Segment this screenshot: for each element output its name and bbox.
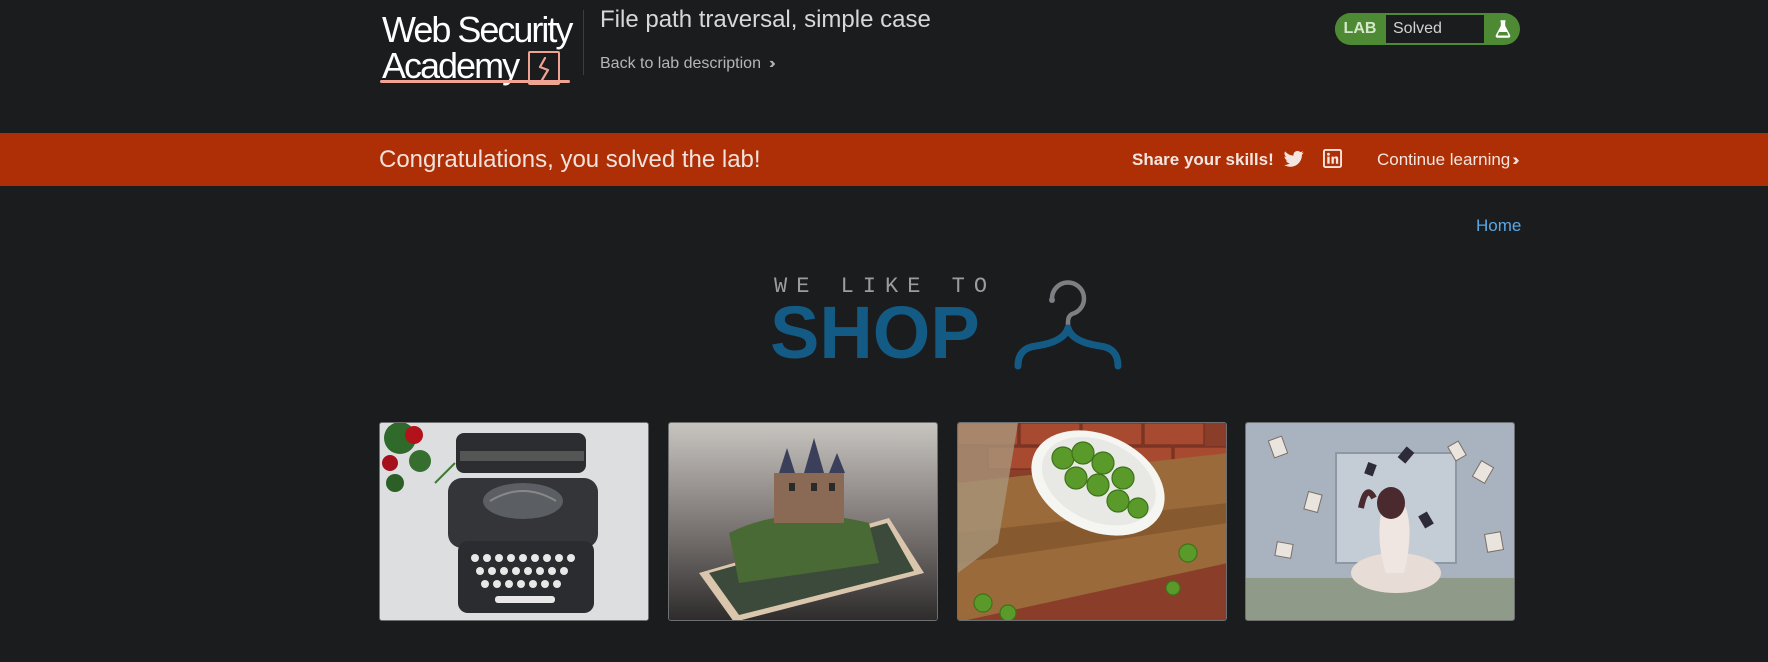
flask-icon: [1485, 13, 1520, 45]
lab-status-label: LAB: [1335, 13, 1385, 45]
product-card-typewriter[interactable]: [379, 422, 649, 621]
header-divider: [583, 10, 584, 75]
product-card-brussels-sprouts[interactable]: [957, 422, 1227, 621]
back-link-label: Back to lab description: [600, 55, 761, 72]
web-security-academy-logo[interactable]: Web Security Academy: [380, 10, 580, 86]
we-like-to-shop-logo: WE LIKE TO SHOP: [770, 272, 1130, 372]
product-card-flying-books[interactable]: [1245, 422, 1515, 621]
lab-status-widget: LAB Solved: [1335, 13, 1520, 45]
lab-status-value: Solved: [1385, 14, 1485, 44]
logo-text-line1: Web Security: [382, 9, 573, 50]
product-card-castle-phone[interactable]: [668, 422, 938, 621]
twitter-icon: [1284, 150, 1304, 167]
twitter-share-button[interactable]: [1284, 150, 1306, 170]
flying-books-image: [1246, 423, 1514, 620]
congratulations-message: Congratulations, you solved the lab!: [379, 146, 761, 173]
continue-learning-link[interactable]: Continue learning ››: [1377, 150, 1520, 170]
linkedin-share-button[interactable]: [1323, 149, 1345, 169]
castle-phone-image: [669, 423, 937, 620]
double-chevron-right-icon: ››: [768, 55, 775, 72]
bolt-icon: [538, 57, 550, 81]
home-nav-link[interactable]: Home: [1476, 216, 1521, 236]
lab-title: File path traversal, simple case: [600, 6, 931, 33]
hanger-icon: [1014, 280, 1122, 370]
typewriter-image: [380, 423, 648, 620]
product-grid: [379, 422, 1515, 662]
back-to-lab-description-link[interactable]: Back to lab description ››: [600, 55, 775, 73]
double-chevron-right-icon: ››: [1512, 150, 1520, 169]
logo-underline: [380, 80, 570, 83]
logo-text-line2: Academy: [382, 45, 520, 86]
continue-learning-label: Continue learning: [1377, 150, 1511, 169]
lab-header: Web Security Academy File path traversal…: [0, 0, 1768, 133]
share-skills-label: Share your skills!: [1132, 150, 1274, 169]
shop-logo-big-text: SHOP: [770, 291, 980, 374]
lab-solved-banner: Congratulations, you solved the lab! Sha…: [0, 133, 1768, 186]
brussels-sprouts-image: [958, 423, 1226, 620]
linkedin-icon: [1323, 149, 1342, 168]
